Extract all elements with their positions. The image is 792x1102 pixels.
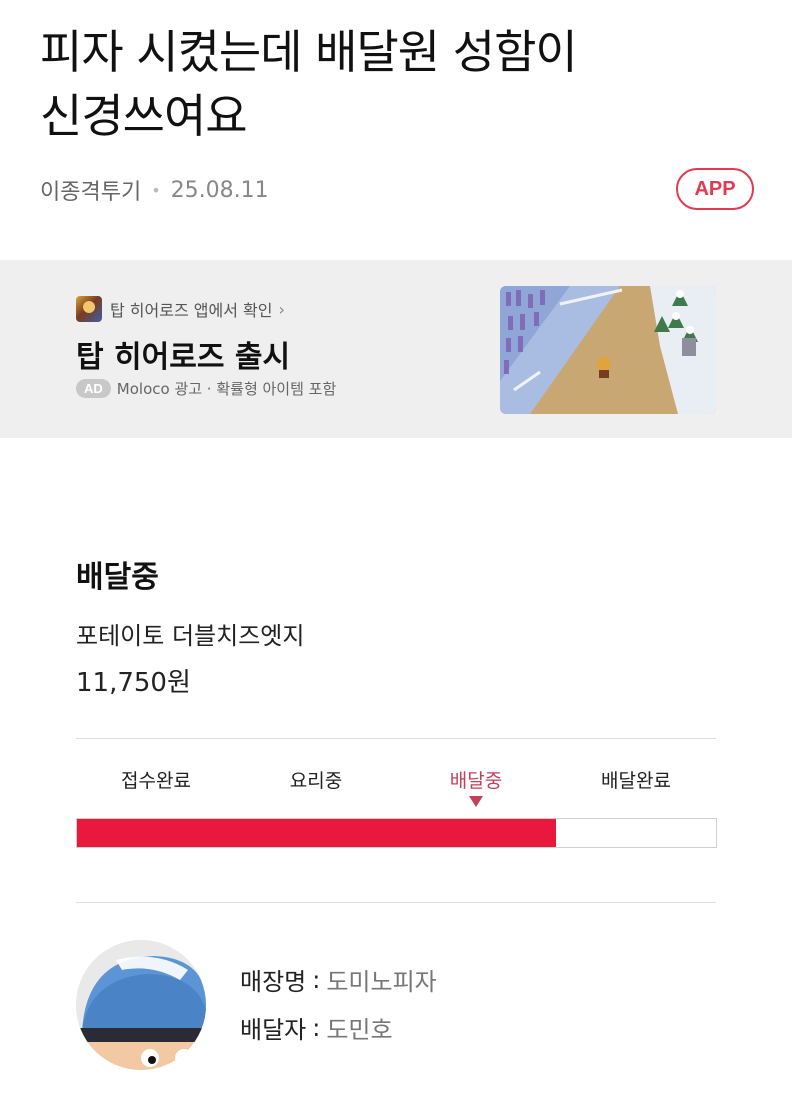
progress-fill xyxy=(77,819,557,847)
divider xyxy=(76,738,716,739)
step-label: 요리중 xyxy=(289,770,343,792)
post-title-line-2: 신경쓰여요 xyxy=(40,89,248,143)
step-cooking: 요리중 xyxy=(236,766,396,800)
step-delivered: 배달완료 xyxy=(556,766,716,800)
chevron-right-icon: › xyxy=(278,299,285,319)
step-label: 배달중 xyxy=(449,770,503,792)
rider-name-label: 배달자 xyxy=(240,1016,307,1044)
game-app-icon xyxy=(76,296,102,322)
game-scene-illustration xyxy=(500,286,716,414)
store-name-value: 도미노피자 xyxy=(326,968,437,996)
ad-source-link[interactable]: 탑 히어로즈 앱에서 확인 › xyxy=(76,296,285,322)
rider-helmet-illustration xyxy=(76,940,206,1070)
product-name: 포테이토 더블치즈엣지 xyxy=(76,622,305,650)
ad-disclosure: AD Moloco 광고 · 확률형 아이템 포함 xyxy=(76,378,336,399)
divider xyxy=(76,902,716,903)
ad-banner[interactable]: 탑 히어로즈 앱에서 확인 › 탑 히어로즈 출시 AD Moloco 광고 ·… xyxy=(0,260,792,438)
board-name[interactable]: 이종격투기 xyxy=(40,174,141,206)
step-label: 배달완료 xyxy=(601,770,671,792)
triangle-down-icon xyxy=(469,796,483,807)
store-name-separator: : xyxy=(312,965,321,994)
step-received: 접수완료 xyxy=(76,766,236,800)
ad-title[interactable]: 탑 히어로즈 출시 xyxy=(76,332,290,376)
delivery-steps: 접수완료 요리중 배달중 배달완료 xyxy=(76,766,716,807)
step-delivering: 배달중 xyxy=(396,766,556,807)
rider-name-value: 도민호 xyxy=(326,1016,393,1044)
post-title-line-1: 피자 시켰는데 배달원 성함이 xyxy=(40,25,578,79)
delivery-status-title: 배달중 xyxy=(76,560,159,595)
ad-sponsor-text: Moloco 광고 · 확률형 아이템 포함 xyxy=(116,380,337,398)
store-name-row: 매장명 : 도미노피자 xyxy=(240,962,437,997)
post-meta: 이종격투기 • 25.08.11 xyxy=(40,174,269,206)
ad-game-screenshot[interactable] xyxy=(500,286,716,414)
delivery-progress-bar xyxy=(76,818,717,848)
rider-name-separator: : xyxy=(312,1013,321,1042)
open-app-button[interactable]: APP xyxy=(676,168,754,210)
ad-source-label: 탑 히어로즈 앱에서 확인 xyxy=(110,301,273,320)
post-date: 25.08.11 xyxy=(170,177,269,203)
ad-badge: AD xyxy=(76,379,111,398)
store-name-label: 매장명 xyxy=(240,968,307,996)
rider-avatar xyxy=(76,940,206,1070)
order-price: 11,750원 xyxy=(76,668,191,698)
step-label: 접수완료 xyxy=(121,770,191,792)
meta-separator-dot: • xyxy=(151,180,161,200)
rider-name-row: 배달자 : 도민호 xyxy=(240,1010,393,1045)
post-title: 피자 시켰는데 배달원 성함이 신경쓰여요 xyxy=(40,20,740,148)
